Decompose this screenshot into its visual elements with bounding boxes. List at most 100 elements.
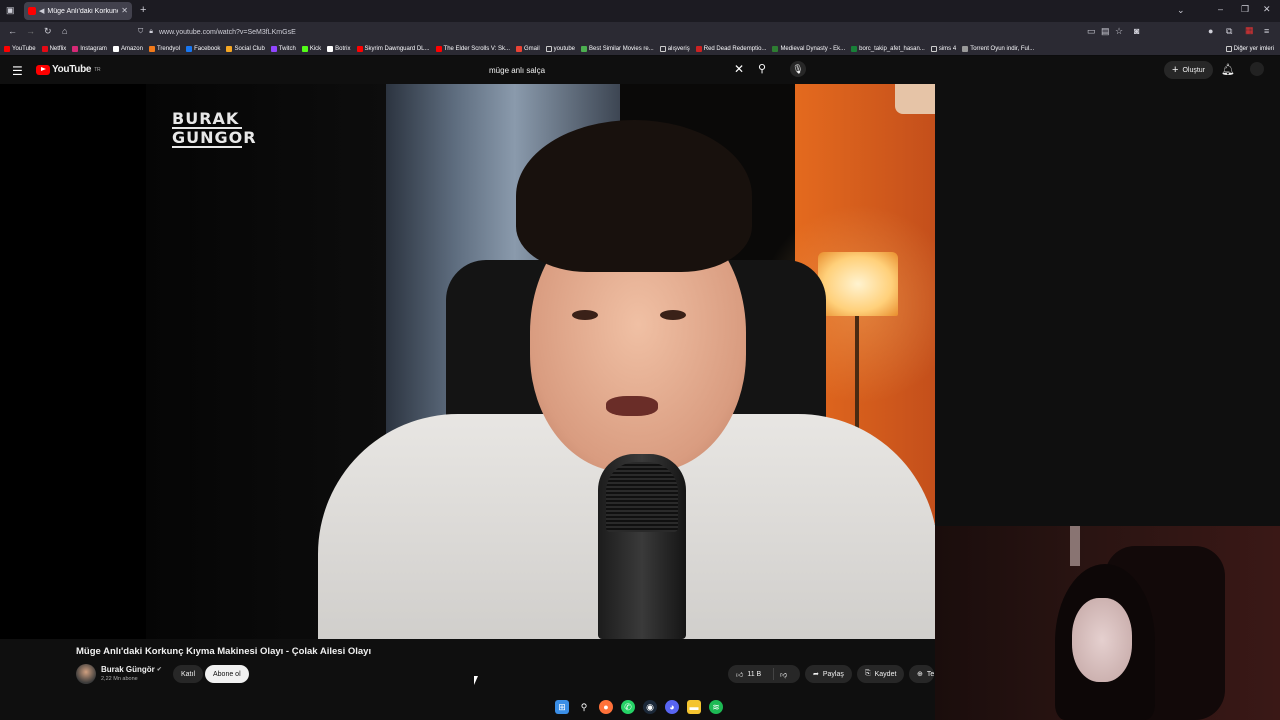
tab-close-icon[interactable]: ✕ — [121, 7, 128, 15]
file-explorer-icon[interactable]: ▬ — [687, 700, 701, 714]
new-tab-icon[interactable]: + — [140, 5, 146, 16]
bookmark-icon: ⎘ — [865, 670, 871, 677]
bookmark-item[interactable]: Skyrim Dawnguard DL... — [356, 45, 430, 52]
verified-icon: ✔ — [156, 667, 162, 673]
bookmarks-bar: YouTube Netflix Instagram Amazon Trendyo… — [0, 42, 1280, 56]
bookmark-folder[interactable]: alışveriş — [659, 45, 690, 52]
channel-name[interactable]: Burak Güngör ✔ — [101, 665, 162, 674]
thumbs-down-icon: 👎︎ — [780, 671, 788, 679]
speaker-icon[interactable]: ◀ — [39, 8, 44, 15]
floor-lamp — [818, 252, 898, 316]
bookmark-folder[interactable]: youtube — [545, 45, 575, 52]
window-close-icon[interactable]: ✕ — [1263, 5, 1271, 14]
steam-icon[interactable]: ◉ — [643, 700, 657, 714]
youtube-logo[interactable]: YouTube TR — [36, 64, 101, 75]
youtube-logo-text: YouTube — [52, 64, 92, 75]
bookmark-item[interactable]: Twitch — [270, 45, 296, 52]
like-dislike-segment: 👍︎ 11 B 👎︎ — [728, 665, 800, 683]
share-button[interactable]: ➦ Paylaş — [805, 665, 852, 683]
browser-tab-active[interactable]: ◀ Müge Anlı'daki Korkunç Kıyma ✕ — [24, 2, 132, 20]
bookmark-item[interactable]: Red Dead Redemptio... — [695, 45, 766, 52]
share-icon: ➦ — [813, 671, 819, 678]
channel-avatar[interactable] — [76, 664, 96, 684]
thumbs-up-icon: 👍︎ — [736, 671, 744, 679]
reader-view-icon[interactable]: ▤ — [1101, 27, 1110, 36]
video-player[interactable]: BURAK GUNGOR — [0, 84, 935, 639]
mouse-cursor — [474, 676, 478, 685]
screenshot-icon[interactable]: ◙ — [1134, 27, 1139, 36]
thanks-icon: ⊕ — [917, 671, 923, 678]
bookmark-folder[interactable]: sims 4 — [930, 45, 956, 52]
search-icon[interactable]: ⚲ — [758, 62, 766, 75]
guide-menu-icon[interactable]: ☰ — [12, 64, 23, 78]
forward-icon[interactable]: → — [26, 27, 35, 36]
create-button[interactable]: + Oluştur — [1164, 61, 1213, 79]
like-button[interactable]: 👍︎ 11 B — [728, 668, 774, 680]
clear-search-icon[interactable]: ✕ — [734, 62, 744, 76]
windows-start-icon[interactable]: ⊞ — [555, 700, 569, 714]
browser-nav-bar: ← → ↻ ⌂ ⛉ 🔒︎ www.youtube.com/watch?v=SeM… — [0, 22, 1280, 42]
bookmark-item[interactable]: Netflix — [41, 45, 66, 52]
home-icon[interactable]: ⌂ — [62, 27, 67, 36]
spotify-icon[interactable]: ≋ — [709, 700, 723, 714]
youtube-play-icon — [36, 64, 50, 75]
back-icon[interactable]: ← — [8, 27, 17, 36]
os-taskbar — [0, 694, 935, 720]
extension-icon[interactable]: ▦ — [1245, 26, 1254, 35]
taskbar-icons: ⊞ ⚲ ● ✆ ◉ ◕ ▬ ≋ — [555, 700, 723, 714]
window-minimize-icon[interactable]: – — [1218, 5, 1223, 14]
window-restore-icon[interactable]: ❐ — [1241, 5, 1249, 14]
bookmark-item[interactable]: Instagram — [72, 45, 107, 52]
tab-list-icon[interactable]: ▣ — [6, 6, 15, 15]
bookmark-item[interactable]: Best Similar Movies re... — [581, 45, 654, 52]
browser-tab-strip: ▣ ◀ Müge Anlı'daki Korkunç Kıyma ✕ + ⌄ –… — [0, 0, 1280, 22]
shield-icon[interactable]: ⛉ — [138, 28, 143, 36]
bookmark-item[interactable]: Gmail — [516, 45, 540, 52]
tab-overflow-icon[interactable]: ⌄ — [1177, 6, 1185, 15]
notifications-bell-icon[interactable]: 🔔︎ — [1221, 63, 1235, 76]
bookmark-item[interactable]: Botrix — [327, 45, 351, 52]
bookmark-item[interactable]: Torrent Oyun indir, Ful... — [962, 45, 1034, 52]
account-icon[interactable]: ● — [1208, 27, 1213, 36]
region-code: TR — [94, 66, 101, 73]
menu-icon[interactable]: ≡ — [1264, 27, 1269, 36]
youtube-favicon-icon — [28, 7, 36, 15]
subscribe-button[interactable]: Abone ol — [205, 665, 249, 683]
create-label: Oluştur — [1182, 66, 1205, 74]
bookmark-star-icon[interactable]: ☆ — [1115, 27, 1123, 36]
url-text[interactable]: www.youtube.com/watch?v=SeM3fLKmGsE — [159, 29, 296, 36]
voice-search-icon[interactable]: 🎙︎ — [790, 61, 806, 77]
dislike-button[interactable]: 👎︎ — [774, 670, 787, 679]
webcam-overlay — [935, 526, 1280, 720]
lock-icon[interactable]: 🔒︎ — [149, 28, 153, 36]
tab-title: Müge Anlı'daki Korkunç Kıyma — [47, 7, 119, 15]
more-actions-button[interactable]: ⊕ Te — [909, 665, 935, 683]
video-title: Müge Anlı'daki Korkunç Kıyma Makinesi Ol… — [76, 646, 372, 657]
other-bookmarks-folder[interactable]: Diğer yer imleri — [1225, 45, 1274, 52]
subscriber-count: 2,22 Mn abone — [101, 676, 138, 682]
picture-in-picture-icon[interactable]: ▭ — [1087, 27, 1096, 36]
bookmark-item[interactable]: YouTube — [4, 45, 36, 52]
search-taskbar-icon[interactable]: ⚲ — [577, 700, 591, 714]
account-avatar[interactable] — [1250, 62, 1264, 76]
bookmark-item[interactable]: Amazon — [112, 45, 143, 52]
whatsapp-icon[interactable]: ✆ — [621, 700, 635, 714]
bookmark-item[interactable]: Facebook — [186, 45, 220, 52]
bookmark-item[interactable]: Medieval Dynasty - Ek... — [772, 45, 845, 52]
like-count: 11 B — [747, 670, 762, 678]
discord-icon[interactable]: ◕ — [665, 700, 679, 714]
bookmark-item[interactable]: Kick — [301, 45, 321, 52]
bookmark-item[interactable]: Social Club — [226, 45, 265, 52]
bookmark-item[interactable]: borc_takip_afet_hasan... — [851, 45, 925, 52]
extensions-icon[interactable]: ⧉ — [1226, 27, 1232, 36]
firefox-icon[interactable]: ● — [599, 700, 613, 714]
bookmark-item[interactable]: The Elder Scrolls V: Sk... — [435, 45, 510, 52]
reload-icon[interactable]: ↻ — [44, 27, 52, 36]
streamer-face — [1072, 598, 1132, 682]
youtube-masthead: ☰ YouTube TR müge anlı salça ✕ ⚲ 🎙︎ + Olu… — [0, 56, 1280, 84]
plus-icon: + — [1172, 64, 1179, 76]
save-button[interactable]: ⎘ Kaydet — [857, 665, 905, 683]
join-button[interactable]: Katıl — [173, 665, 204, 683]
bookmark-item[interactable]: Trendyol — [148, 45, 180, 52]
address-bar[interactable]: ⛉ 🔒︎ www.youtube.com/watch?v=SeM3fLKmGsE — [132, 24, 1132, 40]
